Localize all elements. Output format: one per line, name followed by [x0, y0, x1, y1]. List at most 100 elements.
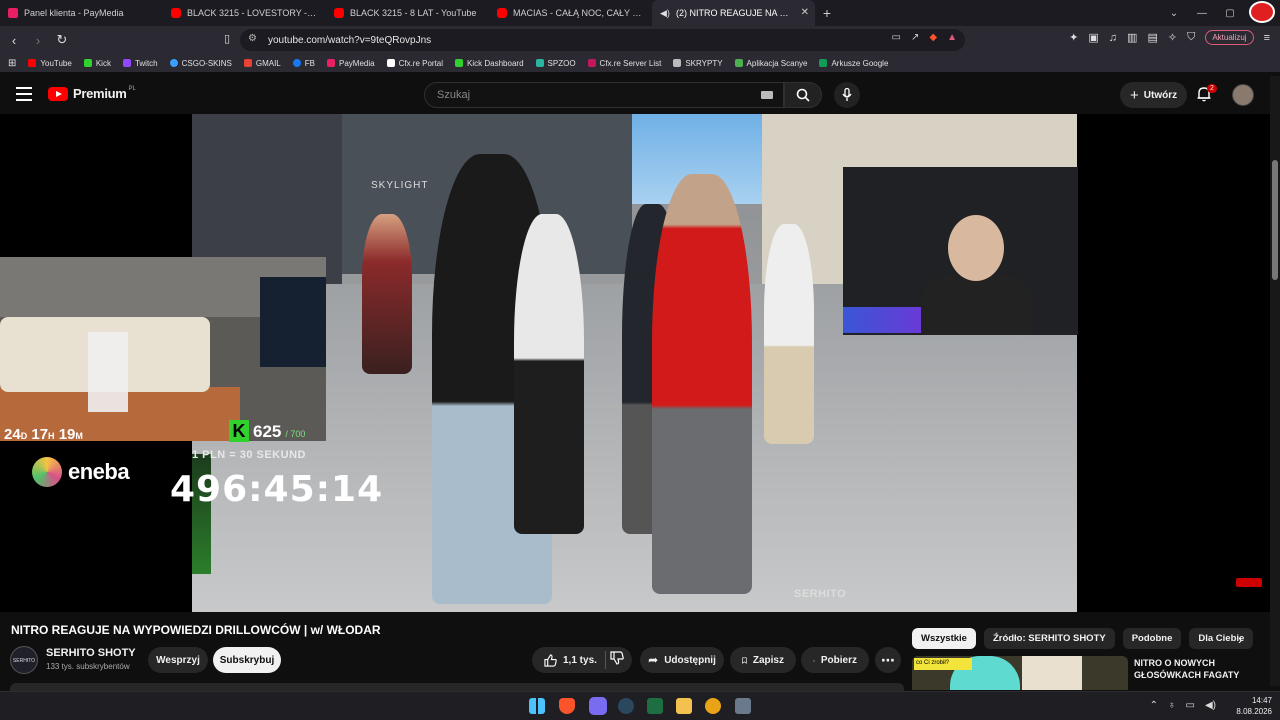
new-tab-button[interactable]: + [815, 0, 839, 26]
recommendation-thumbnail[interactable]: co Ci zrobił? [912, 656, 1128, 690]
vpn-icon[interactable]: ⛉ [1187, 31, 1195, 44]
chip-for-you[interactable]: Dla Ciebie [1189, 628, 1254, 649]
account-avatar[interactable] [1232, 84, 1254, 106]
subscribe-button[interactable]: Subskrybuj [213, 647, 281, 673]
network-icon[interactable]: ▭ [1186, 700, 1195, 711]
bookmark-youtube[interactable]: YouTube [28, 59, 72, 68]
media-icon[interactable]: ♫ [1109, 32, 1117, 44]
browser-tab[interactable]: MACIAS - CAŁĄ NOC, CAŁY DZIEŃ - [489, 0, 652, 26]
discord-icon[interactable] [589, 697, 607, 715]
tab-list-icon[interactable]: ⌄ [1160, 8, 1188, 19]
back-icon[interactable]: ‹ [4, 33, 24, 48]
share-button[interactable]: ➦ Udostępnij [640, 647, 724, 673]
keyboard-light [843, 307, 923, 333]
bookmark-cfx-server-list[interactable]: Cfx.re Server List [587, 59, 661, 68]
audio-playing-icon[interactable]: ◀) [660, 8, 670, 18]
browser-tab[interactable]: Panel klienta - PayMedia [0, 0, 163, 26]
video-player[interactable]: SKYLIGHT SERHITO 24D 17H 19M eneba K 625… [0, 114, 1270, 612]
chip-source[interactable]: Źródło: SERHITO SHOTY [983, 628, 1115, 649]
bookmark-paymedia[interactable]: PayMedia [327, 59, 375, 68]
download-button[interactable]: Pobierz [801, 647, 869, 673]
brave-shields-icon[interactable]: ◆ [929, 32, 937, 43]
browser-tab[interactable]: BLACK 3215 - LOVESTORY - YouTube [163, 0, 326, 26]
apps-grid-icon[interactable]: ⊞ [8, 58, 16, 69]
kick-count: 625 [253, 422, 282, 441]
chevron-right-icon[interactable]: › [1238, 632, 1242, 647]
bookmark-twitch[interactable]: Twitch [122, 59, 158, 68]
more-actions-button[interactable]: ⋯ [875, 647, 901, 673]
update-button[interactable]: Aktualizuj [1205, 30, 1254, 45]
bookmark-arkusze-google[interactable]: Arkusze Google [819, 59, 888, 68]
keyboard-icon[interactable] [761, 91, 773, 99]
bookmark-icon [742, 657, 747, 664]
channel-avatar[interactable]: SERHITO [10, 646, 38, 674]
dislike-button[interactable] [610, 651, 624, 670]
create-button[interactable]: + Utwórz [1120, 82, 1188, 108]
cfx-icon [386, 59, 395, 67]
profile-avatar-icon[interactable] [1244, 0, 1280, 26]
brave-rewards-icon[interactable]: ▲ [947, 32, 957, 43]
support-button[interactable]: Wesprzyj [148, 647, 208, 673]
microphone-icon[interactable]: ♁ [1168, 700, 1176, 711]
share-icon[interactable]: ↗ [911, 32, 919, 43]
bookmark-skrypty[interactable]: SKRYPTY [673, 59, 723, 68]
steam-icon[interactable] [618, 698, 634, 714]
bookmark-csgo-skins[interactable]: CSGO-SKINS [169, 59, 232, 68]
install-app-icon[interactable]: ▭ [892, 32, 901, 43]
system-tray: ⌃ ♁ ▭ ◀) [1150, 700, 1216, 711]
windows-start-icon[interactable] [529, 698, 545, 714]
chevron-up-icon[interactable]: ⌃ [1150, 700, 1158, 711]
brave-browser-icon[interactable] [559, 698, 575, 714]
bookmark-aplikacja-scanye[interactable]: Aplikacja Scanye [734, 59, 807, 68]
site-info-icon[interactable]: ⚙ [248, 33, 257, 44]
app-icon[interactable] [705, 698, 721, 714]
scrollbar-thumb[interactable] [1272, 160, 1278, 280]
chip-all[interactable]: Wszystkie [912, 628, 976, 649]
voice-search-button[interactable] [834, 82, 860, 108]
file-explorer-icon[interactable] [676, 698, 692, 714]
channel-name[interactable]: SERHITO SHOTY [46, 647, 136, 659]
clock-time: 14:47 [1251, 696, 1272, 705]
excel-icon[interactable] [647, 698, 663, 714]
calculator-icon[interactable] [735, 698, 751, 714]
youtube-watermark-icon[interactable] [1236, 578, 1262, 587]
menu-icon[interactable]: ≡ [1264, 32, 1270, 44]
like-button[interactable]: 1,1 tys. [544, 653, 597, 667]
bookmark-page-icon[interactable]: ▯ [224, 32, 230, 45]
bookmark-gmail[interactable]: GMAIL [243, 59, 281, 68]
bookmark-spzoo[interactable]: SPZOO [535, 59, 576, 68]
extensions-icon[interactable]: ✦ [1069, 31, 1078, 44]
leo-icon[interactable]: ▣ [1088, 31, 1098, 44]
save-button[interactable]: Zapisz [730, 647, 796, 673]
streamer-body [921, 275, 1033, 335]
restore-icon[interactable]: ▢ [1216, 8, 1244, 19]
system-clock[interactable]: 14:47 8.08.2026 [1236, 695, 1272, 717]
description-box[interactable] [10, 683, 904, 691]
search-input[interactable]: Szukaj [424, 82, 784, 108]
minimize-icon[interactable]: — [1188, 8, 1216, 19]
sidebar-icon[interactable]: ▥ [1127, 31, 1137, 44]
url-bar[interactable]: ⚙ youtube.com/watch?v=9teQRovpJns ▭ ↗ ◆ … [240, 29, 965, 51]
forward-icon[interactable]: › [28, 33, 48, 48]
browser-tab[interactable]: BLACK 3215 - 8 LAT - YouTube [326, 0, 489, 26]
google-sheets-icon [819, 59, 828, 67]
bookmark-kick[interactable]: Kick [83, 59, 111, 68]
bookmark-kick-dashboard[interactable]: Kick Dashboard [455, 59, 524, 68]
video-person-background [764, 224, 814, 444]
video-watermark: SERHITO [794, 588, 847, 600]
ai-icon[interactable]: ✧ [1168, 31, 1177, 44]
donation-rate: 1 PLN = 30 SEKUND [192, 449, 306, 461]
close-tab-icon[interactable]: ✕ [801, 7, 809, 18]
recommendation-title[interactable]: NITRO O NOWYCH GŁOSÓWKACH FAGATY [1134, 657, 1264, 681]
search-button[interactable] [784, 82, 822, 108]
bookmark-cfx-portal[interactable]: Cfx.re Portal [386, 59, 443, 68]
page-scrollbar[interactable] [1270, 76, 1280, 686]
volume-icon[interactable]: ◀) [1205, 700, 1216, 711]
hamburger-menu-icon[interactable] [16, 87, 32, 101]
wallet-icon[interactable]: ▤ [1147, 31, 1157, 44]
youtube-logo[interactable]: Premium PL [48, 86, 136, 101]
bookmark-fb[interactable]: FB [292, 59, 315, 68]
browser-tab-active[interactable]: ◀) (2) NITRO REAGUJE NA WYPO ✕ [652, 0, 815, 26]
chip-related[interactable]: Podobne [1122, 628, 1182, 649]
reload-icon[interactable]: ↻ [52, 32, 72, 48]
